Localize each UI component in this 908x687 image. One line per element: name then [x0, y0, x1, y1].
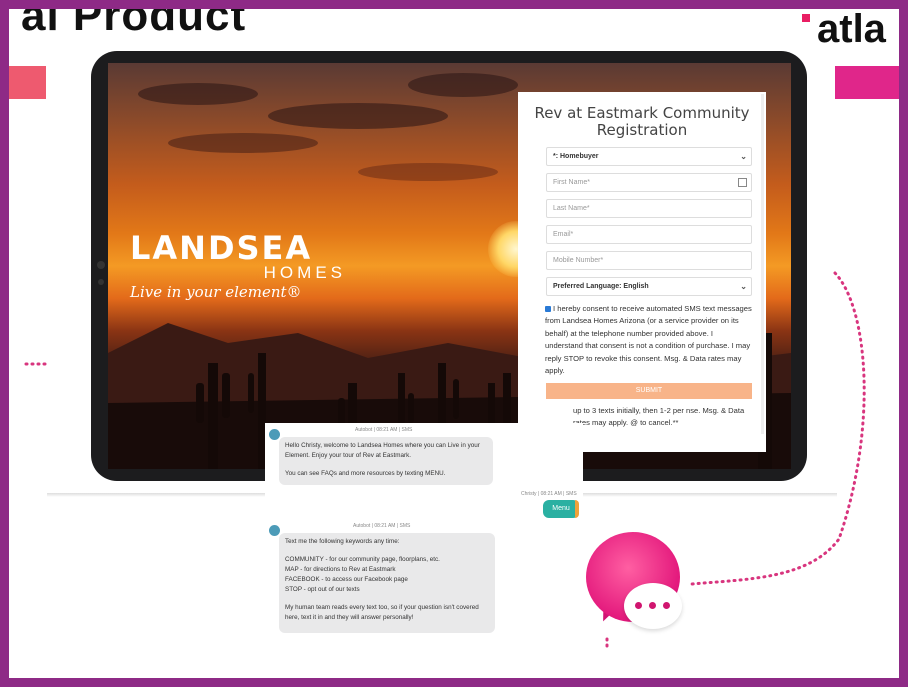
consent-block: I hereby consent to receive automated SM…	[545, 303, 752, 377]
slide-frame: al Product atla LANDSEA HOMES Live in yo…	[0, 0, 908, 687]
list-item: STOP - opt out of our texts	[285, 586, 360, 593]
buyer-type-value: *: Homebuyer	[553, 153, 599, 160]
first-name-field[interactable]: First Name*	[546, 173, 752, 192]
chat-message-bubble: Hello Christy, welcome to Landsea Homes …	[279, 437, 493, 485]
disclaimer-text: up to 3 texts initially, then 1-2 per ns…	[573, 406, 745, 428]
keyword-list: COMMUNITY - for our community page, floo…	[285, 555, 489, 595]
cloud-image	[138, 83, 258, 105]
cloud-image	[358, 163, 498, 181]
consent-text: I hereby consent to receive automated SM…	[545, 304, 752, 376]
tablet-sensor	[98, 279, 104, 285]
brand-tagline: Live in your element®	[130, 283, 302, 301]
mobile-placeholder: Mobile Number*	[553, 257, 604, 264]
chevron-down-icon: ⌄	[740, 282, 747, 291]
message-text: You can see FAQs and more resources by t…	[285, 470, 446, 477]
menu-reply-text: Menu	[552, 505, 570, 512]
form-scrollbar[interactable]	[761, 94, 764, 434]
mobile-number-field[interactable]: Mobile Number*	[546, 251, 752, 270]
last-name-field[interactable]: Last Name*	[546, 199, 752, 218]
registration-form: Rev at Eastmark Community Registration *…	[518, 92, 766, 452]
first-name-placeholder: First Name*	[553, 179, 590, 186]
language-select[interactable]: Preferred Language: English ⌄	[546, 277, 752, 296]
buyer-type-select[interactable]: *: Homebuyer ⌄	[546, 147, 752, 166]
language-value: Preferred Language: English	[553, 283, 649, 290]
autofill-icon	[738, 178, 747, 187]
reply-edge	[575, 500, 579, 518]
dot-icon	[663, 602, 670, 609]
submit-button[interactable]: SUBMIT	[546, 383, 752, 400]
chevron-down-icon: ⌄	[740, 152, 747, 161]
cloud-image	[168, 133, 318, 153]
chat-card-2: Autobot | 08:21 AM | SMS Text me the fol…	[263, 519, 501, 637]
email-placeholder: Email*	[553, 231, 574, 238]
message-meta: Autobot | 08:21 AM | SMS	[353, 523, 411, 529]
dot-icon	[649, 602, 656, 609]
brand-name: LANDSEA	[130, 229, 313, 267]
brand-logo: LANDSEA HOMES Live in your element®	[130, 229, 360, 301]
email-field[interactable]: Email*	[546, 225, 752, 244]
menu-reply-bubble[interactable]: Menu	[543, 500, 579, 518]
bot-avatar	[269, 525, 280, 536]
tablet-camera	[97, 261, 105, 269]
cloud-image	[268, 103, 448, 129]
chat-message-bubble: Text me the following keywords any time:…	[279, 533, 495, 633]
list-item: MAP - for directions to Rev at Eastmark	[285, 566, 396, 573]
cloud-image	[408, 73, 518, 97]
chat-card-1: Autobot | 08:21 AM | SMS Hello Christy, …	[265, 423, 583, 529]
message-text: My human team reads every text too, so i…	[285, 604, 479, 621]
message-text: Text me the following keywords any time:	[285, 538, 400, 545]
bot-avatar	[269, 429, 280, 440]
tablet-screen: LANDSEA HOMES Live in your element® Rev …	[108, 63, 791, 469]
tablet-device: LANDSEA HOMES Live in your element® Rev …	[91, 51, 807, 481]
list-item: FACEBOOK - to access our Facebook page	[285, 576, 408, 583]
consent-checkbox[interactable]	[545, 306, 551, 312]
last-name-placeholder: Last Name*	[553, 205, 590, 212]
message-text: Hello Christy, welcome to Landsea Homes …	[285, 442, 480, 459]
form-title: Rev at Eastmark Community Registration	[534, 104, 750, 139]
message-meta: Autobot | 08:21 AM | SMS	[355, 427, 413, 433]
list-item: COMMUNITY - for our community page, floo…	[285, 556, 440, 563]
reply-meta: Christy | 08:21 AM | SMS	[521, 491, 577, 497]
dot-icon	[635, 602, 642, 609]
